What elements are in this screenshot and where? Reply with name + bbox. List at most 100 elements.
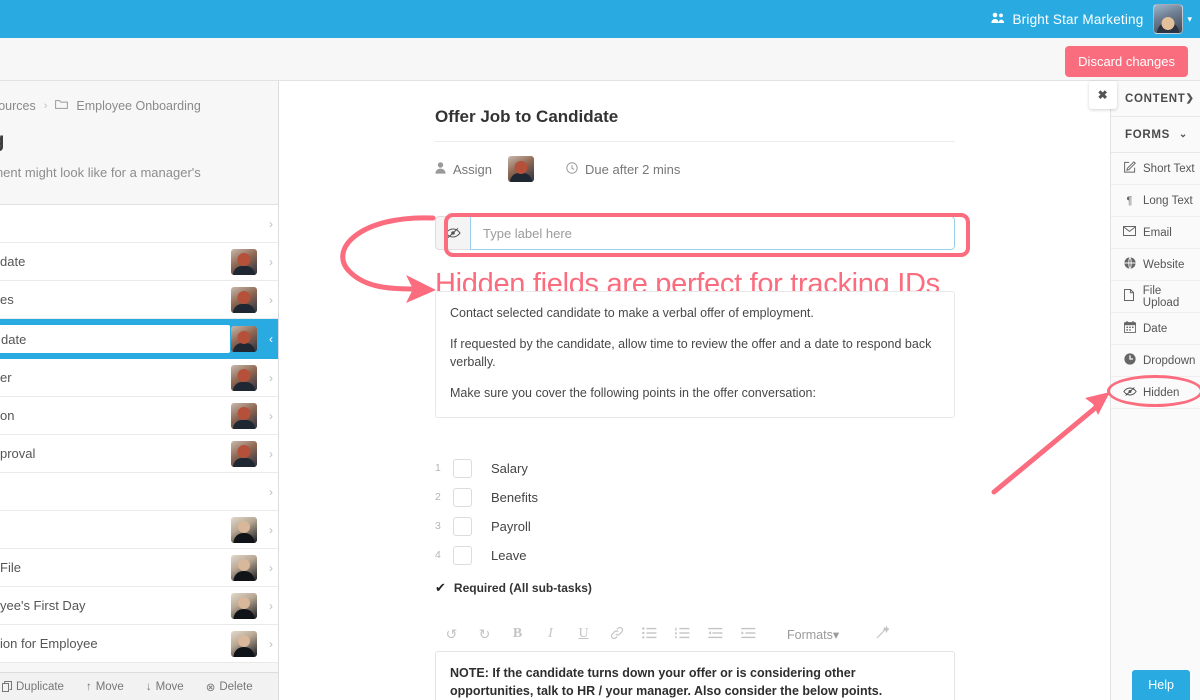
form-item-short-text[interactable]: Short Text [1111, 153, 1200, 185]
magic-wand-icon[interactable] [865, 624, 898, 643]
task-row[interactable]: yee's First Day › [0, 587, 278, 625]
form-item-date[interactable]: Date [1111, 313, 1200, 345]
form-item-website[interactable]: Website [1111, 249, 1200, 281]
undo-icon[interactable]: ↺ [435, 626, 468, 643]
form-item-file-upload[interactable]: File Upload [1111, 281, 1200, 313]
task-row-selected[interactable]: date ‹ [0, 319, 278, 359]
main-content-area: Offer Job to Candidate Assign Due after … [280, 81, 1110, 700]
checklist-item[interactable]: 3 Payroll [435, 512, 955, 541]
due-label: Due after 2 mins [585, 161, 681, 177]
assignee-avatar[interactable] [508, 156, 535, 182]
checklist-checkbox[interactable] [453, 458, 472, 478]
task-row[interactable]: er › [0, 359, 278, 397]
form-item-long-text[interactable]: ¶ Long Text [1111, 185, 1200, 217]
chevron-down-icon[interactable]: ⌄ [1179, 129, 1188, 140]
task-title: Offer Job to Candidate [435, 107, 619, 126]
chevron-right-icon[interactable]: › [263, 371, 278, 385]
chevron-right-icon[interactable]: ❯ [1185, 93, 1194, 104]
breadcrumb-current[interactable]: Employee Onboarding [76, 99, 200, 113]
description-paragraph: Contact selected candidate to make a ver… [450, 306, 814, 320]
section-header-forms[interactable]: FORMS ⌄ [1111, 117, 1200, 153]
chevron-right-icon[interactable]: › [263, 217, 278, 231]
avatar [231, 286, 257, 313]
chevron-down-icon[interactable]: ▾ [1187, 14, 1192, 25]
task-row[interactable]: proval › [0, 435, 278, 473]
bullet-list-icon[interactable] [633, 626, 666, 642]
form-item-dropdown[interactable]: Dropdown [1111, 345, 1200, 377]
close-icon[interactable]: ✖ [1089, 81, 1117, 109]
chevron-right-icon[interactable]: › [263, 523, 278, 537]
move-up-button[interactable]: ↑ Move [86, 681, 124, 693]
task-label: proval [0, 446, 36, 461]
checklist-label: Salary [491, 460, 528, 476]
discard-changes-button[interactable]: Discard changes [1065, 46, 1188, 77]
chevron-right-icon[interactable]: › [263, 255, 278, 269]
chevron-right-icon[interactable]: › [263, 485, 278, 499]
chevron-right-icon[interactable]: › [263, 409, 278, 423]
move-down-button[interactable]: ↓ Move [146, 681, 184, 693]
avatar [231, 630, 257, 657]
indent-icon[interactable] [732, 626, 765, 642]
page-title: rding [0, 129, 278, 153]
required-toggle[interactable]: ✔ Required (All sub-tasks) [435, 580, 955, 596]
pencil-square-icon [1123, 161, 1136, 176]
section-header-content[interactable]: ✖ CONTENT ❯ [1089, 81, 1200, 117]
chevron-right-icon[interactable]: › [263, 293, 278, 307]
duplicate-button[interactable]: Duplicate [2, 681, 64, 693]
task-row[interactable]: date › [0, 243, 278, 281]
task-row[interactable]: File › [0, 549, 278, 587]
checklist-checkbox[interactable] [453, 545, 472, 565]
clock-icon [566, 161, 578, 177]
rich-text-toolbar: ↺ ↻ B I U Formats▾ [435, 624, 955, 643]
chevron-right-icon[interactable]: › [263, 447, 278, 461]
checklist-item[interactable]: 4 Leave [435, 541, 955, 570]
due-date-control[interactable]: Due after 2 mins [566, 162, 680, 177]
underline-icon[interactable]: U [567, 626, 600, 642]
note-text-block[interactable]: NOTE: If the candidate turns down your o… [435, 650, 955, 700]
organization-selector[interactable]: Bright Star Marketing [991, 12, 1143, 27]
italic-icon[interactable]: I [534, 626, 567, 642]
left-task-panel: Resources › Employee Onboarding rding Do… [0, 81, 279, 700]
task-name-input[interactable]: date [0, 324, 231, 354]
checklist-checkbox[interactable] [453, 516, 472, 536]
checklist-checkbox[interactable] [453, 487, 472, 507]
delete-button[interactable]: ⊗ Delete [206, 680, 253, 694]
checklist-item[interactable]: 2 Benefits [435, 483, 955, 512]
task-row[interactable]: › [0, 511, 278, 549]
user-avatar[interactable] [1153, 4, 1184, 34]
avatar [231, 516, 257, 543]
chevron-right-icon[interactable]: › [263, 637, 278, 651]
redo-icon[interactable]: ↻ [468, 626, 501, 643]
task-label: yee's First Day [0, 598, 86, 613]
numbered-list-icon[interactable] [666, 626, 699, 642]
delete-circle-icon: ⊗ [205, 681, 216, 694]
task-description-box[interactable]: Contact selected candidate to make a ver… [435, 291, 955, 418]
assign-control[interactable]: Assign [435, 162, 492, 177]
help-button[interactable]: Help [1132, 670, 1190, 700]
bold-icon[interactable]: B [501, 626, 534, 642]
outdent-icon[interactable] [699, 626, 732, 642]
form-item-hidden[interactable]: Hidden [1111, 377, 1200, 409]
chevron-right-icon[interactable]: › [263, 561, 278, 575]
avatar [231, 326, 257, 352]
task-row[interactable]: ion for Employee › [0, 625, 278, 663]
checklist-item[interactable]: 1 Salary [435, 454, 955, 483]
left-panel-header: Resources › Employee Onboarding rding Do… [0, 81, 278, 192]
copy-icon [2, 681, 12, 692]
checklist-label: Leave [491, 547, 527, 563]
breadcrumb-root[interactable]: Resources [0, 99, 36, 113]
hidden-field-label-input[interactable] [470, 216, 955, 250]
form-item-email[interactable]: Email [1111, 217, 1200, 249]
task-row[interactable]: › [0, 205, 278, 243]
formats-dropdown[interactable]: Formats▾ [779, 627, 847, 642]
task-row[interactable]: es › [0, 281, 278, 319]
chevron-left-icon[interactable]: ‹ [263, 332, 278, 346]
task-row[interactable]: on › [0, 397, 278, 435]
chevron-right-icon[interactable]: › [263, 599, 278, 613]
checklist-number: 4 [435, 549, 441, 561]
task-actions-toolbar: Duplicate ↑ Move ↓ Move ⊗ Delete [0, 672, 278, 700]
checklist-number: 3 [435, 520, 441, 532]
task-label: ion for Employee [0, 636, 98, 651]
task-row[interactable]: › [0, 473, 278, 511]
link-icon[interactable] [600, 626, 633, 643]
